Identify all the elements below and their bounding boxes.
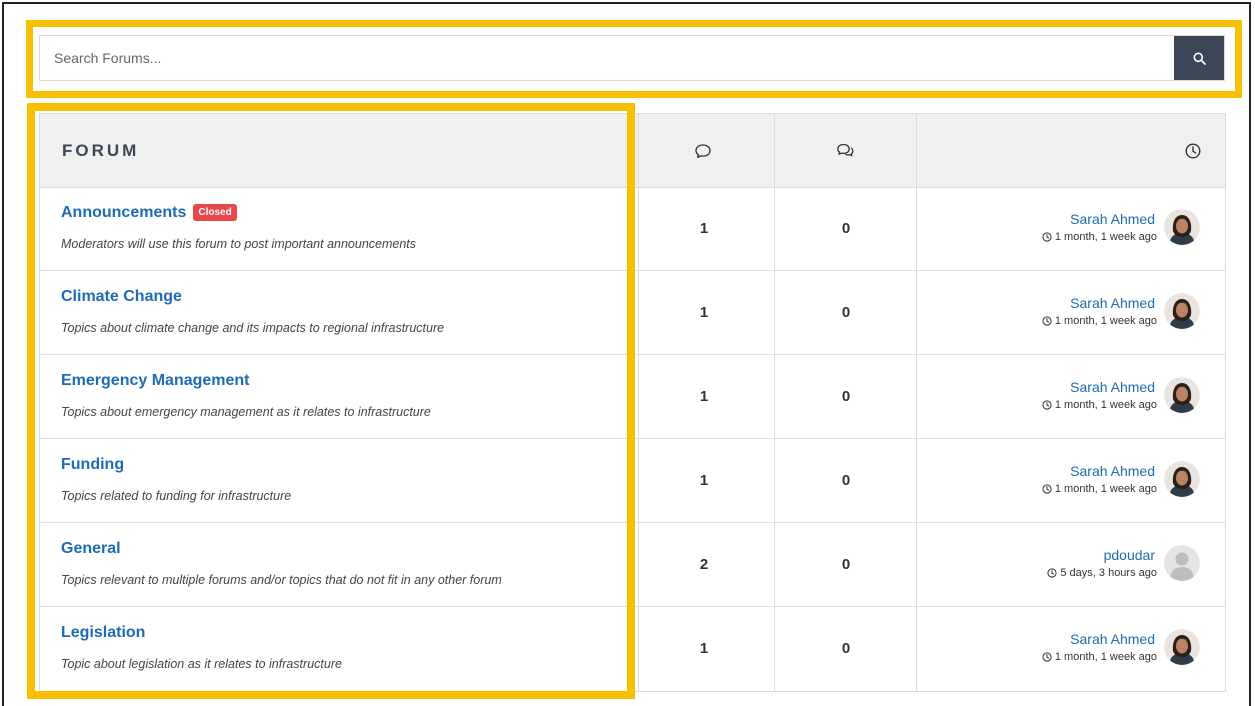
last-post-time-text: 1 month, 1 week ago <box>1054 483 1157 495</box>
topic-count: 1 <box>699 220 709 237</box>
last-post-time-text: 1 month, 1 week ago <box>1054 651 1157 663</box>
last-poster-link[interactable]: Sarah Ahmed <box>1070 631 1155 647</box>
clock-icon <box>1042 316 1052 326</box>
last-post-time[interactable]: 1 month, 1 week ago <box>1042 483 1157 495</box>
last-post-time-text: 1 month, 1 week ago <box>1054 231 1157 243</box>
avatar[interactable] <box>1164 629 1200 665</box>
search-button[interactable] <box>1174 36 1224 80</box>
reply-count: 0 <box>841 304 851 321</box>
clock-icon <box>1042 400 1052 410</box>
last-post-time-text: 1 month, 1 week ago <box>1054 399 1157 411</box>
last-post-time[interactable]: 1 month, 1 week ago <box>1042 399 1157 411</box>
avatar[interactable] <box>1164 545 1200 581</box>
reply-count: 0 <box>841 220 851 237</box>
last-post-time[interactable]: 5 days, 3 hours ago <box>1047 567 1157 579</box>
avatar[interactable] <box>1164 377 1200 413</box>
clock-icon <box>1042 652 1052 662</box>
last-post-time[interactable]: 1 month, 1 week ago <box>1042 651 1157 663</box>
reply-count: 0 <box>841 640 851 657</box>
last-poster-link[interactable]: Sarah Ahmed <box>1070 211 1155 227</box>
reply-count: 0 <box>841 388 851 405</box>
topic-count: 1 <box>699 304 709 321</box>
topic-count: 1 <box>699 640 709 657</box>
last-poster-link[interactable]: Sarah Ahmed <box>1070 463 1155 479</box>
search-bar <box>39 35 1225 81</box>
clock-icon <box>1042 232 1052 242</box>
reply-count: 0 <box>841 556 851 573</box>
last-post-time-text: 5 days, 3 hours ago <box>1060 567 1157 579</box>
topic-count: 1 <box>699 472 709 489</box>
avatar[interactable] <box>1164 209 1200 245</box>
avatar[interactable] <box>1164 461 1200 497</box>
reply-count: 0 <box>841 472 851 489</box>
speech-bubble-icon <box>695 144 711 159</box>
search-input[interactable] <box>40 36 1176 80</box>
last-post-time[interactable]: 1 month, 1 week ago <box>1042 315 1157 327</box>
topic-count: 1 <box>699 388 709 405</box>
last-poster-link[interactable]: pdoudar <box>1104 547 1155 563</box>
avatar[interactable] <box>1164 293 1200 329</box>
forum-column-highlight-box <box>27 103 635 699</box>
last-post-time[interactable]: 1 month, 1 week ago <box>1042 231 1157 243</box>
last-post-time-text: 1 month, 1 week ago <box>1054 315 1157 327</box>
clock-icon <box>1042 484 1052 494</box>
clock-icon <box>1185 143 1201 159</box>
topic-count: 2 <box>699 556 709 573</box>
last-poster-link[interactable]: Sarah Ahmed <box>1070 379 1155 395</box>
search-icon <box>1193 52 1206 65</box>
two-speech-bubbles-icon <box>837 143 854 157</box>
clock-icon <box>1047 568 1057 578</box>
last-poster-link[interactable]: Sarah Ahmed <box>1070 295 1155 311</box>
